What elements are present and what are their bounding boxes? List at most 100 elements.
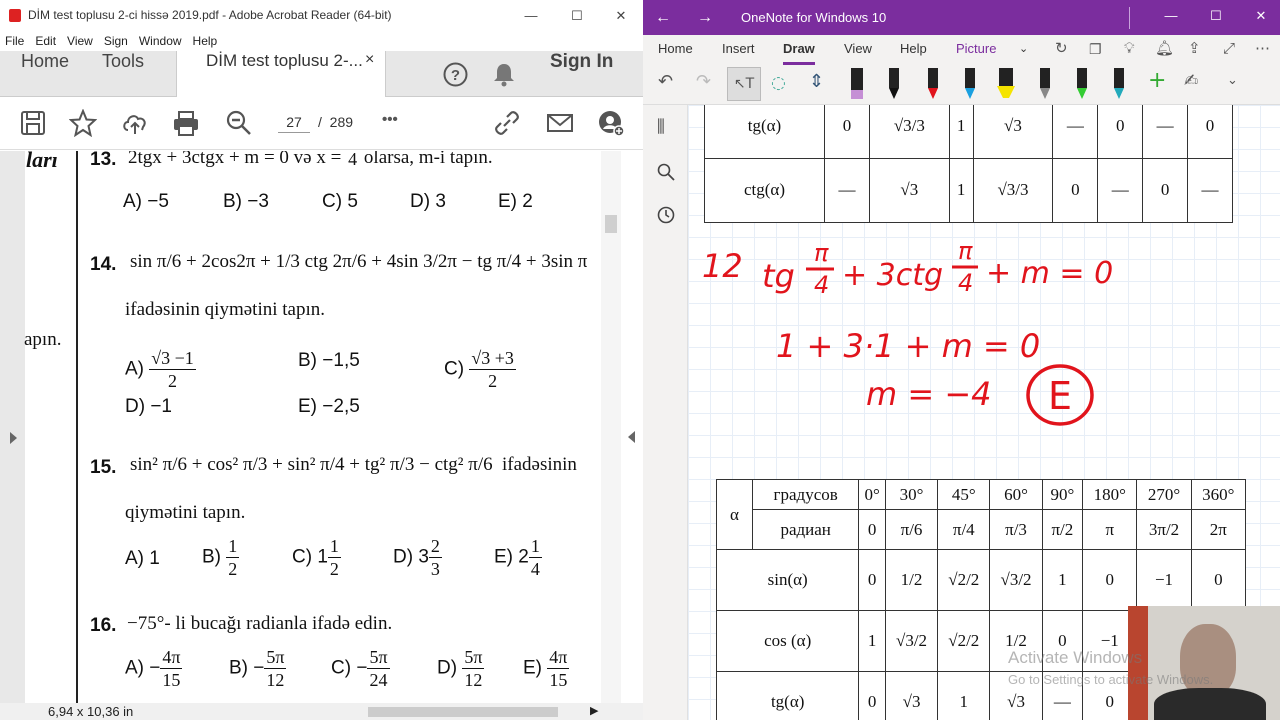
onenote-close-button[interactable]: ✕ bbox=[1239, 0, 1280, 31]
horizontal-scrollbar-thumb[interactable] bbox=[368, 707, 558, 717]
q13-text: 2tgx + 3ctgx + m = 0 və x = π4 olarsa, m… bbox=[128, 151, 493, 170]
vertical-scrollbar[interactable] bbox=[601, 151, 621, 703]
q15-expression: sin² π/6 + cos² π/3 + sin² π/4 + tg² π/3… bbox=[130, 454, 493, 475]
acrobat-tabbar: Home Tools DİM test toplusu 2-... × ? Si… bbox=[0, 51, 643, 98]
acrobat-window: DİM test toplusu 2-ci hissə 2019.pdf - A… bbox=[0, 0, 643, 720]
pencil-gray-icon[interactable] bbox=[1034, 68, 1056, 100]
type-select-tool-icon[interactable]: ↖T bbox=[727, 67, 761, 101]
q15-number: 15. bbox=[90, 457, 117, 478]
add-pen-icon[interactable]: + bbox=[1148, 68, 1166, 93]
share-icon[interactable]: ⇪ bbox=[1188, 35, 1201, 65]
back-arrow-icon[interactable]: ← bbox=[655, 0, 671, 35]
ribbon-tab-insert[interactable]: Insert bbox=[722, 35, 755, 65]
notification-bell-icon[interactable] bbox=[492, 62, 516, 87]
sign-in-button[interactable]: Sign In bbox=[550, 51, 613, 97]
menu-window[interactable]: Window bbox=[134, 31, 188, 51]
page-number-input[interactable]: 27 bbox=[278, 111, 310, 133]
sync-icon[interactable]: ↻ bbox=[1055, 35, 1068, 65]
save-icon[interactable] bbox=[19, 109, 47, 137]
right-panel-collapse-icon[interactable] bbox=[627, 430, 637, 444]
trig-top-row-label: tg(α) bbox=[704, 105, 825, 159]
notebooks-icon[interactable]: ⫼ bbox=[657, 117, 665, 137]
menu-file[interactable]: File bbox=[0, 31, 30, 51]
pen-black-icon[interactable] bbox=[883, 68, 905, 100]
bookmark-star-icon[interactable] bbox=[69, 109, 97, 137]
menu-sign[interactable]: Sign bbox=[99, 31, 134, 51]
trig-bottom-header-cell: радиан bbox=[751, 509, 860, 550]
ribbon-tab-help[interactable]: Help bbox=[900, 35, 927, 65]
recent-clock-icon[interactable] bbox=[657, 206, 675, 224]
tab-close-icon[interactable]: × bbox=[365, 51, 374, 69]
q16-number: 16. bbox=[90, 615, 117, 636]
search-icon[interactable] bbox=[657, 163, 675, 181]
scrollbar-thumb[interactable] bbox=[605, 215, 617, 233]
trig-bottom-row-label: sin(α) bbox=[715, 549, 860, 611]
onenote-minimize-button[interactable]: — bbox=[1149, 0, 1193, 31]
onenote-maximize-button[interactable]: ☐ bbox=[1194, 0, 1238, 31]
trig-top-row: tg(α) 0 √3/3 1 √3—0—0 bbox=[704, 105, 1233, 159]
pen-cyan-icon[interactable] bbox=[959, 68, 981, 100]
scroll-right-icon[interactable]: ▶ bbox=[590, 703, 598, 720]
trig-bottom-cell: 1 bbox=[1041, 549, 1084, 611]
pen-red-icon[interactable] bbox=[922, 68, 944, 100]
print-icon[interactable] bbox=[172, 109, 200, 137]
minimize-button[interactable]: — bbox=[509, 0, 553, 31]
more-options-icon[interactable]: ⋯ bbox=[1255, 35, 1270, 65]
toolbar-more-chevron-icon[interactable]: ⌄ bbox=[1227, 73, 1238, 88]
trig-bottom-header-cell: 0 bbox=[858, 509, 886, 550]
add-space-icon[interactable]: ⇕ bbox=[809, 71, 824, 92]
pen-teal-icon[interactable] bbox=[1108, 68, 1130, 100]
lightbulb-icon[interactable]: 💡︎ bbox=[1124, 35, 1135, 65]
forward-arrow-icon[interactable]: → bbox=[697, 0, 713, 35]
trig-bottom-cell: √2/2 bbox=[937, 549, 991, 611]
q15-expression-tail: ifadəsinin bbox=[502, 454, 577, 475]
acrobat-app-icon bbox=[9, 9, 21, 22]
tab-home[interactable]: Home bbox=[21, 51, 69, 97]
q13-fraction: π4 bbox=[346, 151, 359, 170]
link-icon[interactable] bbox=[493, 109, 521, 137]
hw-frac1-num: π bbox=[814, 239, 829, 267]
tab-document[interactable]: DİM test toplusu 2-... × bbox=[176, 51, 386, 98]
fullscreen-icon[interactable]: ⤢ bbox=[1223, 35, 1235, 65]
ink-to-shape-icon[interactable]: ✍︎ bbox=[1184, 71, 1198, 91]
ribbon-expand-chevron-icon[interactable]: ⌄ bbox=[1019, 35, 1028, 65]
pen-purple-icon[interactable] bbox=[846, 68, 868, 100]
redo-icon[interactable]: ↷ bbox=[696, 71, 711, 92]
copy-pages-icon[interactable]: ❐ bbox=[1089, 35, 1102, 65]
ribbon-tab-view[interactable]: View bbox=[844, 35, 872, 65]
highlighter-yellow-icon[interactable] bbox=[995, 68, 1017, 100]
ribbon-tab-draw[interactable]: Draw bbox=[783, 35, 815, 65]
q15-option-b: B) 12 bbox=[202, 536, 240, 579]
trig-top-row: ctg(α) — √3 1 √3/3 0—0— bbox=[704, 157, 1233, 223]
pen-green-icon[interactable] bbox=[1071, 68, 1093, 100]
ribbon-tab-home[interactable]: Home bbox=[658, 35, 693, 65]
help-icon[interactable]: ? bbox=[443, 62, 468, 87]
mail-icon[interactable] bbox=[546, 109, 574, 137]
trig-bottom-cell: 0 bbox=[858, 549, 886, 611]
account-add-icon[interactable] bbox=[597, 109, 625, 137]
left-panel-expand-icon[interactable] bbox=[8, 431, 18, 445]
menu-edit[interactable]: Edit bbox=[30, 31, 62, 51]
trig-bottom-header-cell: π/4 bbox=[937, 509, 991, 550]
menu-help[interactable]: Help bbox=[188, 31, 224, 51]
trig-bottom-header-cell: 2π bbox=[1190, 509, 1247, 550]
notification-bell-icon[interactable]: 🔔︎ bbox=[1155, 35, 1174, 65]
page-total: / 289 bbox=[318, 111, 353, 133]
q13-option-b: B) −3 bbox=[223, 191, 269, 212]
trig-top-cell: 0 bbox=[1142, 157, 1189, 223]
close-window-button[interactable]: ✕ bbox=[599, 0, 643, 31]
tab-tools[interactable]: Tools bbox=[102, 51, 144, 97]
trig-bottom-header-cell: 90° bbox=[1041, 479, 1084, 510]
undo-icon[interactable]: ↶ bbox=[658, 71, 673, 92]
menu-view[interactable]: View bbox=[62, 31, 99, 51]
pdf-page-view[interactable]: ları apın. 13. 2tgx + 3ctgx + m = 0 və x… bbox=[0, 151, 620, 703]
q15-option-d: D) 323 bbox=[393, 536, 442, 579]
hw-eq-tail: + m = 0 bbox=[986, 256, 1113, 291]
lasso-select-icon[interactable]: ◌ bbox=[771, 73, 786, 93]
zoom-out-icon[interactable] bbox=[225, 109, 253, 137]
ribbon-tab-picture[interactable]: Picture bbox=[956, 35, 996, 65]
maximize-button[interactable]: ☐ bbox=[555, 0, 599, 31]
q16-option-c: C) −5π 24 bbox=[331, 647, 390, 690]
upload-cloud-icon[interactable] bbox=[121, 109, 149, 137]
more-tools-button[interactable]: ••• bbox=[382, 111, 398, 128]
